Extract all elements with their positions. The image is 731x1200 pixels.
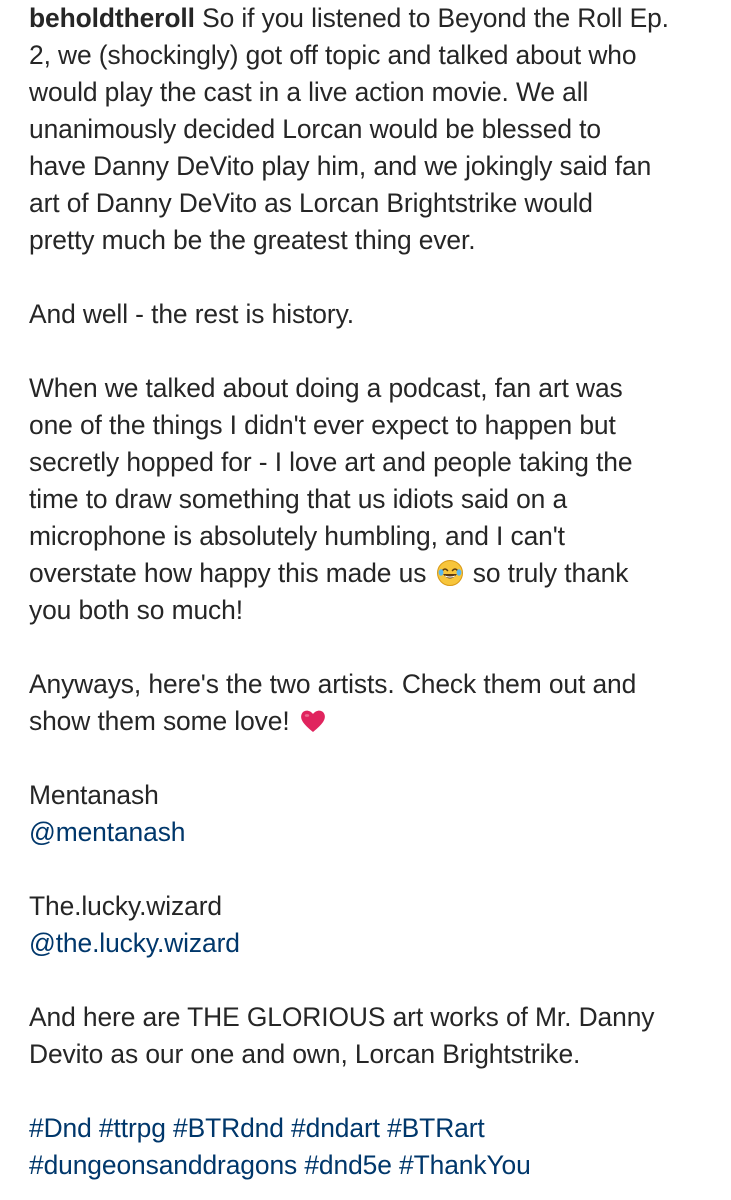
caption-text: show them some love! [29,706,290,736]
caption-line: would play the cast in a live action mov… [29,77,589,107]
caption-line: one of the things I didn't ever expect t… [29,410,616,440]
post-caption: beholdtheroll So if you listened to Beyo… [29,0,719,1184]
username-link[interactable]: beholdtheroll [29,3,195,33]
hashtag-links[interactable]: #Dnd #ttrpg #BTRdnd #dndart #BTRart [29,1110,719,1147]
caption-text: overstate how happy this made us [29,558,427,588]
caption-paragraph-1: beholdtheroll So if you listened to Beyo… [29,0,719,259]
caption-line: unanimously decided Lorcan would be bles… [29,114,601,144]
caption-paragraph-4: Anyways, here's the two artists. Check t… [29,666,719,740]
caption-text: So if you listened to Beyond the Roll Ep… [194,3,669,33]
caption-line: show them some love! [29,703,719,740]
caption-line: you both so much! [29,595,243,625]
caption-line: When we talked about doing a podcast, fa… [29,373,623,403]
artist-mention-link[interactable]: @the.lucky.wizard [29,925,719,962]
caption-paragraph-5: And here are THE GLORIOUS art works of M… [29,999,719,1073]
artist-mention-link[interactable]: @mentanash [29,814,719,851]
caption-line: time to draw something that us idiots sa… [29,484,568,514]
caption-paragraph-2: And well - the rest is history. [29,296,719,333]
caption-line: 2, we (shockingly) got off topic and tal… [29,40,637,70]
artist-1: Mentanash @mentanash [29,777,719,851]
caption-line: secretly hopped for - I love art and peo… [29,447,633,477]
caption-line: beholdtheroll So if you listened to Beyo… [29,0,719,37]
caption-text: so truly thank [472,558,629,588]
caption-line: art of Danny DeVito as Lorcan Brightstri… [29,188,593,218]
caption-line: And here are THE GLORIOUS art works of M… [29,1002,655,1032]
caption-line: overstate how happy this made us so trul… [29,555,719,592]
caption-line: pretty much be the greatest thing ever. [29,225,476,255]
red-heart-emoji-icon [299,707,327,735]
caption-paragraph-3: When we talked about doing a podcast, fa… [29,370,719,629]
caption-line: have Danny DeVito play him, and we jokin… [29,151,652,181]
caption-line: And well - the rest is history. [29,299,354,329]
artist-2: The.lucky.wizard @the.lucky.wizard [29,888,719,962]
hashtag-links[interactable]: #dungeonsanddragons #dnd5e #ThankYou [29,1147,719,1184]
artist-name: The.lucky.wizard [29,891,222,921]
caption-line: microphone is absolutely humbling, and I… [29,521,565,551]
caption-line: Devito as our one and own, Lorcan Bright… [29,1039,581,1069]
laughing-tears-emoji-icon [436,559,464,587]
artist-name: Mentanash [29,780,159,810]
caption-line: Anyways, here's the two artists. Check t… [29,669,637,699]
hashtags: #Dnd #ttrpg #BTRdnd #dndart #BTRart #dun… [29,1110,719,1184]
